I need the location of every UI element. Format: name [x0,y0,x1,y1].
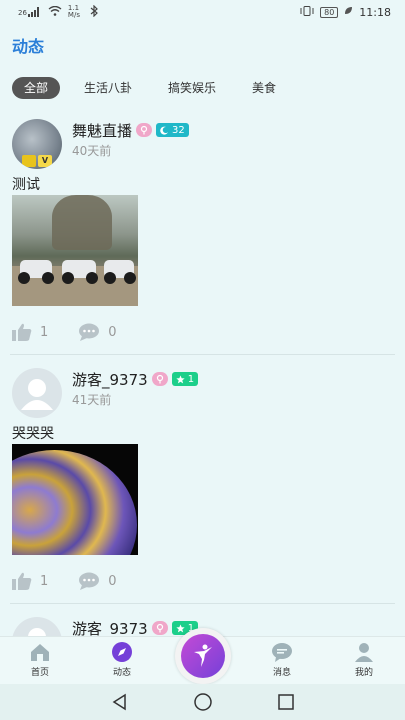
feed-post[interactable]: 游客_9373 1 41天前 哭哭哭 1 0 [0,355,405,603]
post-text: 哭哭哭 [12,426,54,442]
back-icon[interactable] [111,693,129,711]
bluetooth-icon [90,4,98,20]
nav-home-label: 首页 [30,668,49,678]
comment-count: 0 [108,324,117,340]
nav-messages[interactable]: 消息 [252,641,312,678]
avatar[interactable]: V [12,119,62,169]
author-name[interactable]: 舞魅直播 [72,120,132,141]
comment-button[interactable]: 0 [78,323,117,341]
user-icon [355,643,373,662]
home-icon [31,644,49,661]
level-number: 32 [172,124,185,136]
comment-icon [79,572,100,590]
like-count: 1 [40,573,49,589]
post-image[interactable] [12,195,138,306]
network-speed: 1.1 M/s [67,4,80,19]
signal-icon: 26 [18,7,42,17]
comment-icon [79,323,100,341]
thumbs-up-icon [12,323,32,341]
level-badge: 1 [171,372,199,386]
vip-badge-icon [22,155,36,167]
like-button[interactable]: 1 [12,323,48,341]
default-user-icon [21,379,53,410]
nav-mine-label: 我的 [354,668,373,678]
dancer-icon [181,634,225,678]
avatar[interactable] [12,617,62,636]
thumbs-up-icon [12,572,32,590]
post-time: 40天前 [72,144,112,158]
post-actions: 1 0 [12,555,393,603]
page-title: 动态 [12,37,45,56]
avatar[interactable] [12,368,62,418]
message-icon [272,643,292,662]
author-row: 游客_9373 1 41天前 [12,355,393,418]
tab-food[interactable]: 美食 [240,77,288,99]
tab-funny-entertainment[interactable]: 搞笑娱乐 [156,77,228,99]
level-number: 1 [187,373,195,385]
v-badge-icon: V [38,155,52,167]
tab-life-gossip[interactable]: 生活八卦 [72,77,144,99]
author-name[interactable]: 游客_9373 [72,618,148,637]
nav-feed-label: 动态 [112,668,131,678]
female-icon [151,621,168,635]
feed-post[interactable]: V 舞魅直播 32 40天前 测试 1 0 [0,106,405,354]
nav-home[interactable]: 首页 [10,641,70,678]
recents-icon[interactable] [277,693,295,711]
clock: 11:18 [359,5,391,19]
app-header: 动态 [0,24,405,66]
compass-icon [112,642,132,662]
level-badge: 32 [156,123,189,137]
system-nav-bar [0,684,405,720]
category-tabs: 全部 生活八卦 搞笑娱乐 美食 [0,76,405,100]
author-row: V 舞魅直播 32 40天前 [12,106,393,169]
battery-icon: 80 [320,6,339,18]
star-icon [176,374,185,383]
comment-button[interactable]: 0 [78,572,117,590]
like-button[interactable]: 1 [12,572,48,590]
nav-messages-label: 消息 [272,668,291,678]
signal-label: 26 [18,9,27,17]
wifi-icon [48,5,62,19]
status-bar: 26 1.1 M/s 80 11:18 [0,0,405,24]
center-action-button[interactable] [175,628,231,684]
comment-count: 0 [108,573,117,589]
post-text: 测试 [12,177,40,193]
post-image[interactable] [12,444,138,555]
vibrate-icon [300,5,314,19]
feed-list[interactable]: V 舞魅直播 32 40天前 测试 1 0 游客_9373 1 41天前 哭哭哭… [0,106,405,636]
tab-all[interactable]: 全部 [12,77,61,99]
moon-icon [160,126,169,135]
like-count: 1 [40,324,49,340]
star-icon [176,623,185,632]
leaf-icon [344,6,353,18]
home-circle-icon[interactable] [193,692,213,712]
nav-mine[interactable]: 我的 [334,641,394,678]
post-time: 41天前 [72,393,112,407]
post-actions: 1 0 [12,306,393,354]
female-icon [151,372,168,386]
default-user-icon [28,628,46,636]
female-icon [136,123,153,137]
author-name[interactable]: 游客_9373 [72,369,148,390]
nav-feed[interactable]: 动态 [92,641,152,678]
